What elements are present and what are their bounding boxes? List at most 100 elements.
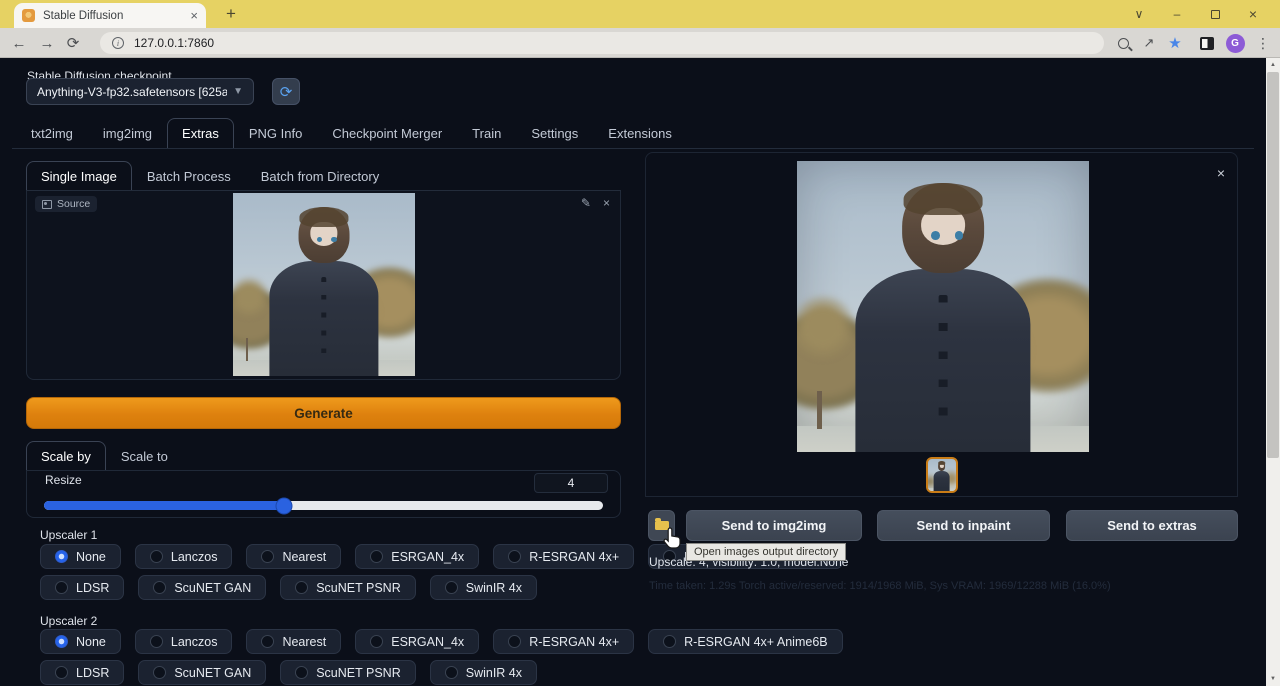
upscaler2-option-esrgan-4x[interactable]: ESRGAN_4x [355, 629, 479, 654]
resize-slider[interactable] [44, 501, 603, 510]
upscaler2-option-lanczos[interactable]: Lanczos [135, 629, 233, 654]
radio-icon [663, 635, 676, 648]
window-minimize-icon[interactable]: – [1158, 0, 1196, 28]
gallery-thumbnail[interactable] [926, 457, 958, 493]
address-bar[interactable]: i 127.0.0.1:7860 [100, 32, 1104, 54]
option-label: None [76, 635, 106, 649]
option-label: Nearest [282, 550, 326, 564]
upscaler2-option-swinir-4x[interactable]: SwinIR 4x [430, 660, 537, 685]
tab-txt2img[interactable]: txt2img [16, 118, 88, 148]
tab-single-image[interactable]: Single Image [26, 161, 132, 191]
upscaler1-option-lanczos[interactable]: Lanczos [135, 544, 233, 569]
scale-tab-bar: Scale by Scale to [26, 443, 183, 471]
radio-icon [445, 581, 458, 594]
favicon-icon [22, 9, 35, 22]
window-close-icon[interactable]: × [1234, 0, 1272, 28]
upscaler2-option-r-esrgan-4x[interactable]: R-ESRGAN 4x+ [493, 629, 634, 654]
radio-icon [295, 581, 308, 594]
generate-button[interactable]: Generate [26, 397, 621, 429]
upscaler2-row1: None Lanczos Nearest ESRGAN_4x R-ESRGAN … [40, 629, 843, 654]
send-to-img2img-button[interactable]: Send to img2img [686, 510, 862, 541]
upscaler1-option-none[interactable]: None [40, 544, 121, 569]
menu-kebab-icon[interactable]: ⋮ [1252, 32, 1274, 54]
upscaler1-option-r-esrgan-4x[interactable]: R-ESRGAN 4x+ [493, 544, 634, 569]
tab-train[interactable]: Train [457, 118, 516, 148]
scrollbar-down-icon[interactable]: ▼ [1266, 672, 1280, 686]
tab-extras[interactable]: Extras [167, 118, 234, 148]
page-scrollbar[interactable]: ▲ ▼ [1266, 58, 1280, 686]
bookmark-star-icon[interactable]: ★ [1164, 32, 1186, 54]
radio-icon [508, 635, 521, 648]
upscaler1-option-esrgan-4x[interactable]: ESRGAN_4x [355, 544, 479, 569]
site-info-icon[interactable]: i [112, 37, 124, 49]
slider-handle[interactable] [277, 498, 292, 513]
upscaler2-option-none[interactable]: None [40, 629, 121, 654]
option-label: ScuNET PSNR [316, 666, 401, 680]
upscaler2-option-r-esrgan-anime6b[interactable]: R-ESRGAN 4x+ Anime6B [648, 629, 842, 654]
source-tab-bar: Single Image Batch Process Batch from Di… [26, 160, 394, 191]
edit-pencil-icon[interactable]: ✎ [581, 196, 591, 210]
upscaler2-option-scunet-psnr[interactable]: ScuNET PSNR [280, 660, 416, 685]
result-image[interactable] [797, 161, 1089, 452]
tab-batch-from-directory[interactable]: Batch from Directory [246, 161, 394, 191]
upscaler2-label: Upscaler 2 [40, 614, 97, 628]
option-label: ScuNET GAN [174, 666, 251, 680]
reload-icon[interactable]: ⟳ [62, 32, 84, 54]
browser-tabstrip: Stable Diffusion × + ∨ – × [0, 0, 1280, 28]
new-tab-button[interactable]: + [220, 3, 242, 25]
upscaler1-row2: LDSR ScuNET GAN ScuNET PSNR SwinIR 4x [40, 575, 537, 600]
radio-icon [150, 635, 163, 648]
tab-img2img[interactable]: img2img [88, 118, 167, 148]
tab-extensions[interactable]: Extensions [593, 118, 687, 148]
upscaler1-option-scunet-gan[interactable]: ScuNET GAN [138, 575, 266, 600]
app-page: Stable Diffusion checkpoint Anything-V3-… [0, 58, 1266, 686]
upscaler1-option-nearest[interactable]: Nearest [246, 544, 341, 569]
upscaler1-option-ldsr[interactable]: LDSR [40, 575, 124, 600]
upscaler2-option-nearest[interactable]: Nearest [246, 629, 341, 654]
radio-icon [370, 550, 383, 563]
radio-icon [295, 666, 308, 679]
tab-batch-process[interactable]: Batch Process [132, 161, 246, 191]
tab-scale-to[interactable]: Scale to [106, 441, 183, 471]
source-image-dropzone[interactable]: Source ✎ × [26, 191, 621, 380]
upscaler2-row2: LDSR ScuNET GAN ScuNET PSNR SwinIR 4x [40, 660, 537, 685]
option-label: SwinIR 4x [466, 666, 522, 680]
scrollbar-thumb[interactable] [1267, 72, 1279, 458]
gallery-close-icon[interactable]: × [1217, 165, 1225, 181]
option-label: SwinIR 4x [466, 581, 522, 595]
radio-icon [508, 550, 521, 563]
result-gallery: × [645, 152, 1238, 497]
tab-settings[interactable]: Settings [516, 118, 593, 148]
scrollbar-up-icon[interactable]: ▲ [1266, 58, 1280, 72]
upscaler1-option-swinir-4x[interactable]: SwinIR 4x [430, 575, 537, 600]
option-label: R-ESRGAN 4x+ Anime6B [684, 635, 827, 649]
main-tab-bar: txt2img img2img Extras PNG Info Checkpoi… [16, 118, 687, 148]
upscaler2-option-scunet-gan[interactable]: ScuNET GAN [138, 660, 266, 685]
window-restore-icon[interactable] [1196, 0, 1234, 28]
profile-avatar[interactable]: G [1224, 32, 1246, 54]
window-menu-icon[interactable]: ∨ [1120, 0, 1158, 28]
send-to-extras-button[interactable]: Send to extras [1066, 510, 1238, 541]
share-icon[interactable]: ↗ [1138, 32, 1160, 54]
checkpoint-value: Anything-V3-fp32.safetensors [625a2ba2] [37, 85, 227, 99]
radio-icon [55, 666, 68, 679]
refresh-checkpoints-button[interactable]: ⟳ [272, 78, 300, 105]
browser-tab-active[interactable]: Stable Diffusion × [14, 3, 206, 28]
tab-close-icon[interactable]: × [190, 9, 198, 22]
tab-png-info[interactable]: PNG Info [234, 118, 317, 148]
zoom-icon[interactable] [1112, 32, 1134, 54]
back-icon[interactable]: ← [8, 32, 30, 54]
clear-image-icon[interactable]: × [603, 196, 610, 210]
upscaler2-option-ldsr[interactable]: LDSR [40, 660, 124, 685]
source-image[interactable] [233, 193, 415, 376]
forward-icon[interactable]: → [36, 32, 58, 54]
option-label: None [76, 550, 106, 564]
side-panel-icon[interactable] [1196, 32, 1218, 54]
option-label: R-ESRGAN 4x+ [529, 635, 619, 649]
send-to-inpaint-button[interactable]: Send to inpaint [877, 510, 1050, 541]
tab-checkpoint-merger[interactable]: Checkpoint Merger [317, 118, 457, 148]
tab-scale-by[interactable]: Scale by [26, 441, 106, 471]
checkpoint-dropdown[interactable]: Anything-V3-fp32.safetensors [625a2ba2] … [26, 78, 254, 105]
resize-value-input[interactable]: 4 [534, 473, 608, 493]
upscaler1-option-scunet-psnr[interactable]: ScuNET PSNR [280, 575, 416, 600]
